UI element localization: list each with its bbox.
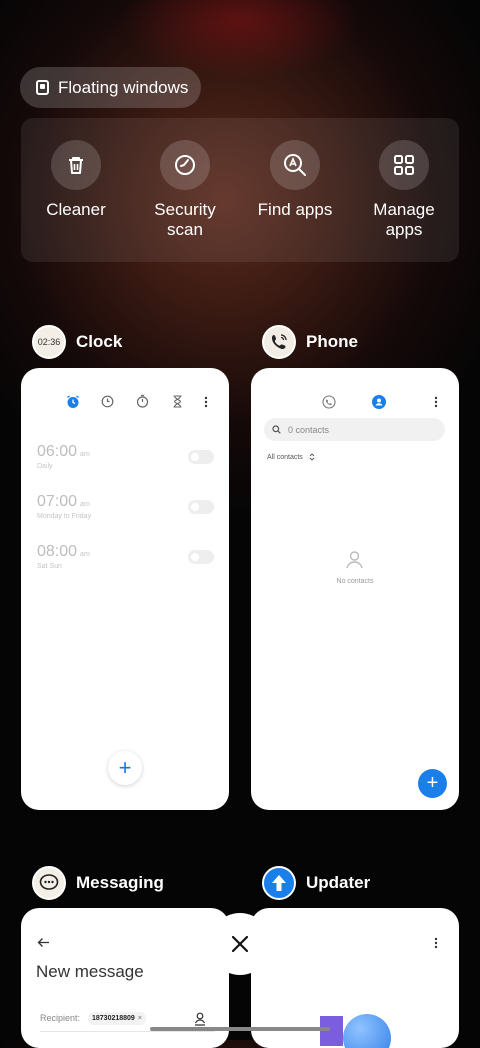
trash-icon: [51, 140, 101, 190]
alarm-tab-icon[interactable]: [66, 395, 80, 409]
remove-recipient-icon[interactable]: ×: [138, 1015, 142, 1022]
find-apps-button[interactable]: Find apps: [245, 140, 345, 220]
alarm-time-value: 08:00: [37, 543, 78, 560]
search-apps-icon: [270, 140, 320, 190]
alarm-toggle[interactable]: [188, 450, 214, 464]
recipient-chip[interactable]: 18730218809 ×: [88, 1012, 146, 1025]
alarm-time: 07:00 am: [37, 493, 91, 511]
alarm-item[interactable]: 07:00 am Monday to Friday: [37, 493, 91, 520]
close-all-button[interactable]: [209, 913, 271, 975]
new-message-title: New message: [36, 962, 144, 981]
messaging-app-header[interactable]: Messaging: [32, 866, 164, 900]
stopwatch-tab-icon[interactable]: [136, 394, 149, 408]
more-options-icon[interactable]: [204, 396, 208, 408]
world-clock-tab-icon[interactable]: [101, 395, 114, 408]
more-options-icon[interactable]: [434, 396, 438, 408]
clock-app-name: Clock: [76, 332, 123, 351]
alarm-time-value: 06:00: [37, 443, 78, 460]
manage-apps-label: Manage apps: [373, 200, 435, 239]
clock-app-card[interactable]: 06:00 am Daily 07:00 am Monday to Friday 0…: [21, 368, 229, 810]
messaging-app-name: Messaging: [76, 873, 164, 892]
quick-tools-panel: Cleaner Security scan Find apps Manage a…: [21, 118, 459, 262]
updater-app-header[interactable]: Updater: [262, 866, 370, 900]
clock-app-icon: 02:36: [32, 325, 66, 359]
alarm-repeat: Monday to Friday: [37, 513, 92, 520]
alarm-repeat: Daily: [37, 463, 53, 470]
clock-app-header[interactable]: 02:36 Clock: [32, 325, 122, 359]
timer-tab-icon[interactable]: [172, 395, 183, 408]
add-alarm-button[interactable]: +: [108, 751, 142, 785]
security-scan-label: Security scan: [154, 200, 216, 239]
recents-tab-icon[interactable]: [322, 395, 336, 409]
updater-app-name: Updater: [306, 873, 371, 892]
alarm-time: 08:00 am: [37, 543, 90, 561]
grid-icon: [379, 140, 429, 190]
close-icon: [231, 935, 249, 953]
security-scan-button[interactable]: Security scan: [135, 140, 235, 240]
phone-app-header[interactable]: Phone: [262, 325, 358, 359]
alarm-time: 06:00 am: [37, 443, 90, 461]
updater-app-icon: [262, 866, 296, 900]
cleaner-label: Cleaner: [46, 200, 106, 219]
alarm-item[interactable]: 06:00 am Daily: [37, 443, 90, 470]
messaging-app-icon: [32, 866, 66, 900]
update-illustration-circle: [343, 1014, 391, 1048]
contacts-filter-dropdown[interactable]: All contacts: [267, 453, 315, 461]
no-contacts-text: No contacts: [336, 578, 374, 585]
home-indicator[interactable]: [150, 1027, 330, 1031]
floating-windows-label: Floating windows: [58, 77, 189, 97]
recipient-number: 18730218809: [92, 1015, 135, 1022]
plus-icon: +: [426, 772, 439, 794]
phone-app-card[interactable]: 0 contacts All contacts No contacts +: [251, 368, 459, 810]
person-icon: [346, 551, 363, 569]
phone-app-icon: [262, 325, 296, 359]
plus-icon: +: [118, 755, 132, 780]
add-contact-button[interactable]: +: [418, 769, 447, 798]
recipient-label: Recipient:: [40, 1013, 81, 1023]
alarm-toggle[interactable]: [188, 550, 214, 564]
more-options-icon[interactable]: [434, 937, 438, 949]
floating-window-icon: [36, 80, 49, 95]
chevron-up-down-icon: [309, 453, 315, 461]
floating-windows-button[interactable]: Floating windows: [20, 67, 201, 108]
update-illustration-block: [320, 1016, 343, 1046]
manage-apps-button[interactable]: Manage apps: [354, 140, 454, 240]
alarm-ampm: am: [80, 451, 90, 458]
clock-icon-time: 02:36: [37, 337, 61, 347]
alarm-repeat: Sat Sun: [37, 563, 62, 570]
recipient-divider: [40, 1031, 215, 1032]
alarm-item[interactable]: 08:00 am Sat Sun: [37, 543, 90, 570]
alarm-ampm: am: [80, 551, 90, 558]
find-apps-label: Find apps: [257, 200, 333, 219]
add-contact-icon[interactable]: [194, 1012, 206, 1026]
alarm-ampm: am: [80, 501, 90, 508]
search-icon: [272, 425, 281, 434]
cleaner-button[interactable]: Cleaner: [26, 140, 126, 220]
phone-app-name: Phone: [306, 332, 358, 351]
alarm-toggle[interactable]: [188, 500, 214, 514]
back-arrow-icon[interactable]: [37, 937, 50, 948]
alarm-time-value: 07:00: [37, 493, 78, 510]
shield-check-icon: [160, 140, 210, 190]
contacts-filter-label: All contacts: [267, 453, 303, 461]
contacts-tab-icon[interactable]: [372, 395, 386, 409]
search-placeholder: 0 contacts: [288, 424, 330, 435]
contacts-search-input[interactable]: 0 contacts: [264, 418, 445, 441]
